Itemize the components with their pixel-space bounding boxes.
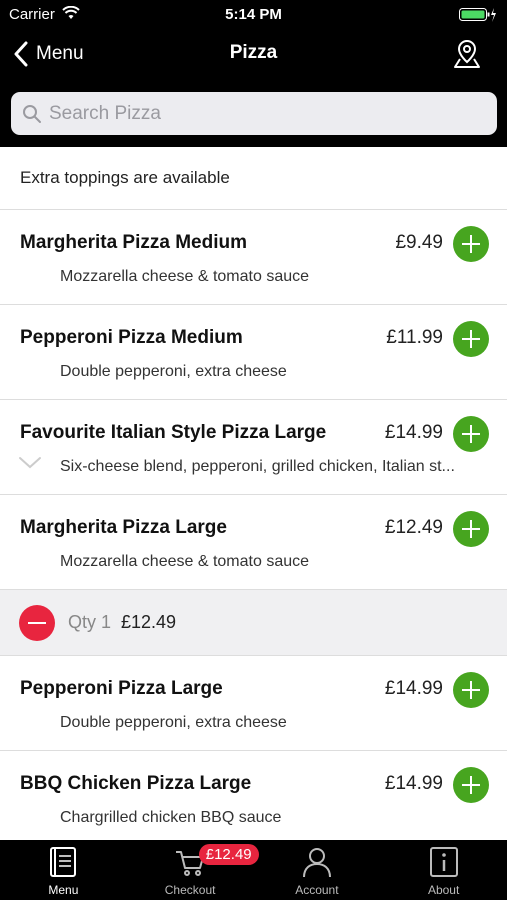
menu-book-icon	[50, 847, 77, 877]
item-description: Mozzarella cheese & tomato sauce	[60, 553, 310, 570]
item-description: Chargrilled chicken BBQ sauce	[60, 809, 282, 826]
tab-label: Account	[295, 883, 339, 897]
battery-icon	[459, 8, 496, 22]
item-price: £14.99	[384, 422, 443, 443]
tab-label: Menu	[48, 883, 79, 897]
search-bar	[0, 80, 507, 147]
add-button[interactable]	[453, 672, 489, 708]
menu-list: Extra toppings are available Margherita …	[0, 147, 507, 840]
clock: 5:14 PM	[225, 6, 282, 23]
menu-item[interactable]: Pepperoni Pizza Large £14.99 Double pepp…	[0, 656, 507, 751]
item-name: BBQ Chicken Pizza Large	[20, 773, 252, 794]
search-box[interactable]	[11, 92, 497, 135]
menu-item[interactable]: BBQ Chicken Pizza Large £14.99 Chargrill…	[0, 751, 507, 840]
item-price: £14.99	[384, 773, 443, 794]
item-name: Margherita Pizza Large	[20, 517, 227, 538]
menu-item[interactable]: Pepperoni Pizza Medium £11.99 Double pep…	[0, 305, 507, 400]
item-description: Double pepperoni, extra cheese	[60, 714, 287, 731]
menu-item[interactable]: Margherita Pizza Large £12.49 Mozzarella…	[0, 495, 507, 590]
quantity-price: £12.49	[121, 612, 177, 632]
tab-label: Checkout	[164, 883, 216, 897]
search-icon	[23, 104, 41, 123]
add-button[interactable]	[453, 511, 489, 547]
quantity-label: Qty 1	[68, 612, 112, 632]
item-name: Pepperoni Pizza Medium	[20, 327, 243, 348]
status-bar: Carrier 5:14 PM	[0, 0, 507, 30]
add-button[interactable]	[453, 226, 489, 262]
tab-menu[interactable]: Menu	[0, 840, 127, 900]
item-description: Double pepperoni, extra cheese	[60, 363, 287, 380]
item-name: Pepperoni Pizza Large	[20, 678, 223, 699]
chevron-down-icon[interactable]	[18, 456, 42, 470]
tab-account[interactable]: Account	[254, 840, 381, 900]
menu-item[interactable]: Favourite Italian Style Pizza Large £14.…	[0, 400, 507, 495]
cart-quantity-row: Qty 1 £12.49	[0, 590, 507, 656]
item-price: £12.49	[384, 517, 443, 538]
search-input[interactable]	[49, 102, 489, 125]
item-price: £11.99	[386, 327, 443, 348]
item-name: Favourite Italian Style Pizza Large	[20, 422, 327, 443]
page-title: Pizza	[229, 42, 278, 63]
remove-button[interactable]	[19, 604, 55, 641]
menu-item[interactable]: Margherita Pizza Medium £9.49 Mozzarella…	[0, 210, 507, 305]
location-pin-icon[interactable]	[451, 38, 483, 70]
item-description: Mozzarella cheese & tomato sauce	[60, 268, 310, 285]
cart-total-badge: £12.49	[198, 844, 259, 865]
toppings-notice: Extra toppings are available	[0, 147, 507, 210]
item-description: Six-cheese blend, pepperoni, grilled chi…	[60, 458, 455, 475]
navigation-bar: Menu Pizza	[0, 30, 507, 80]
item-name: Margherita Pizza Medium	[20, 232, 247, 253]
item-price: £14.99	[384, 678, 443, 699]
add-button[interactable]	[453, 416, 489, 452]
person-icon	[302, 848, 331, 878]
item-price: £9.49	[395, 232, 443, 253]
add-button[interactable]	[453, 767, 489, 803]
info-icon	[429, 847, 458, 877]
tab-about[interactable]: About	[380, 840, 507, 900]
tab-label: About	[427, 883, 460, 897]
tab-bar: Menu £12.49 Checkout Account About	[0, 840, 507, 900]
tab-checkout[interactable]: £12.49 Checkout	[127, 840, 259, 900]
add-button[interactable]	[453, 321, 489, 357]
